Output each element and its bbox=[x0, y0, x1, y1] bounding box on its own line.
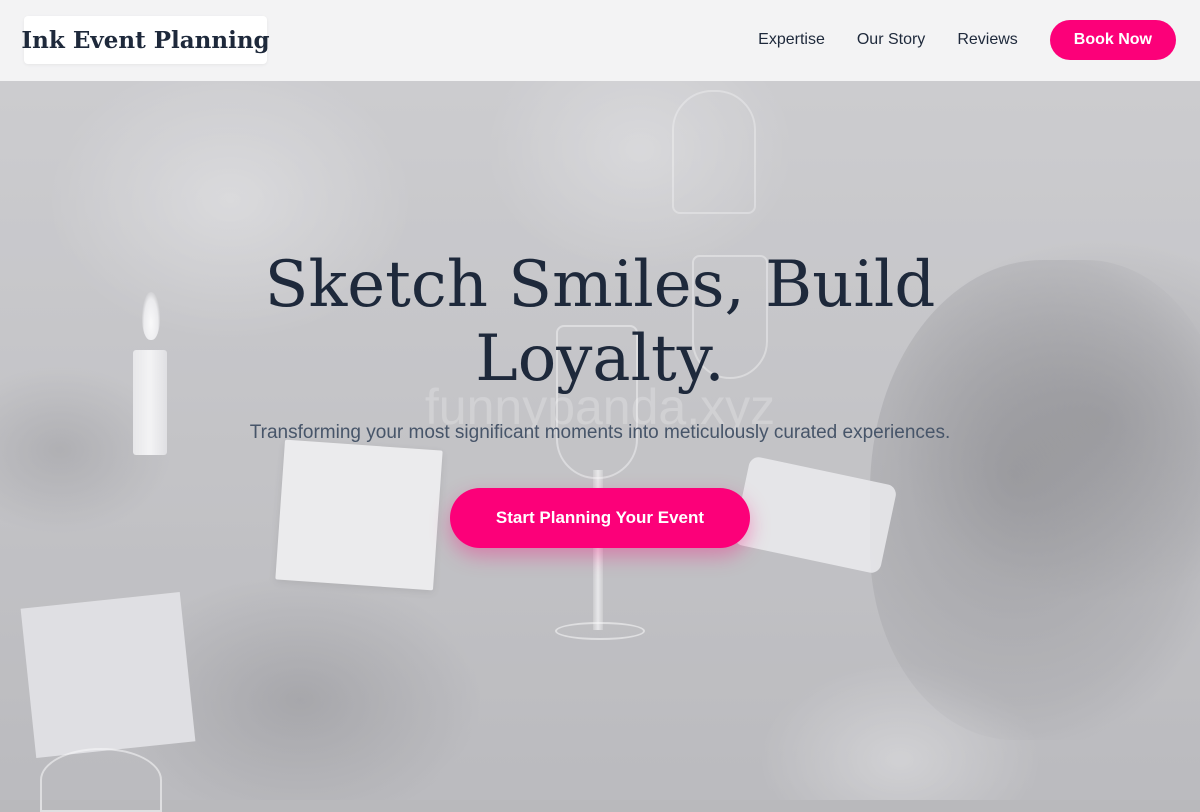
brand-logo[interactable]: Ink Event Planning bbox=[21, 16, 270, 64]
site-header: Ink Event Planning Expertise Our Story R… bbox=[0, 0, 1200, 81]
brand-name: Ink Event Planning bbox=[21, 26, 270, 54]
main-nav: Expertise Our Story Reviews Book Now bbox=[758, 20, 1176, 60]
nav-link-our-story[interactable]: Our Story bbox=[857, 31, 925, 49]
start-planning-button[interactable]: Start Planning Your Event bbox=[450, 488, 750, 548]
hero-subtitle: Transforming your most significant momen… bbox=[249, 422, 951, 443]
hero-title: Sketch Smiles, Build Loyalty. bbox=[264, 248, 936, 396]
nav-link-reviews[interactable]: Reviews bbox=[957, 31, 1017, 49]
book-now-button[interactable]: Book Now bbox=[1049, 20, 1176, 60]
nav-link-expertise[interactable]: Expertise bbox=[758, 31, 825, 49]
